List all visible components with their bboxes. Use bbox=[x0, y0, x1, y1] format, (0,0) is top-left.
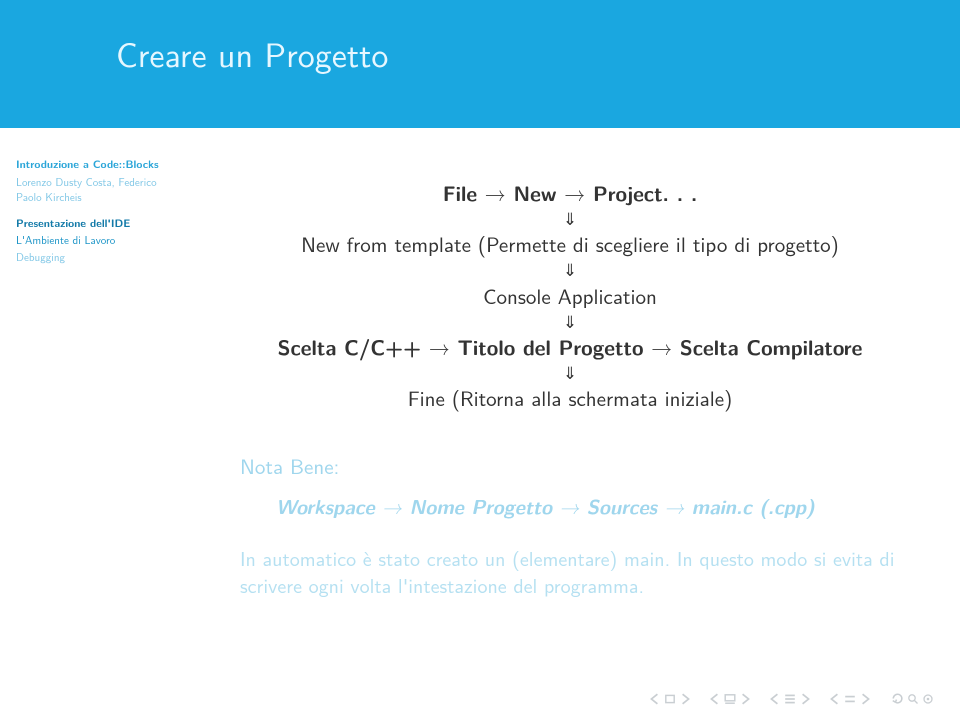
step4-titolo: Titolo del Progetto bbox=[450, 332, 651, 362]
arrow-right-icon: → bbox=[559, 492, 579, 521]
nota-bene-title: Nota Bene: bbox=[240, 451, 900, 481]
step1-new: New bbox=[506, 178, 564, 208]
nb-sources: Sources bbox=[579, 491, 664, 520]
nav-next-section-icon[interactable] bbox=[799, 693, 811, 705]
nav-slide-icon bbox=[664, 693, 676, 705]
sidebar-sub-debugging: Debugging bbox=[16, 250, 166, 265]
step4-scelta: Scelta C/C++ bbox=[278, 332, 429, 362]
nav-frame-group[interactable] bbox=[709, 693, 751, 705]
nota-bene-paragraph: In automatico è stato creato un (element… bbox=[240, 545, 900, 599]
nav-undo-icon[interactable] bbox=[889, 691, 904, 706]
step2-template: New from template (Permette di scegliere… bbox=[240, 229, 900, 259]
arrow-right-icon: → bbox=[382, 492, 402, 521]
nav-prev-subsection-icon[interactable] bbox=[829, 693, 841, 705]
nb-nomeprogetto: Nome Progetto bbox=[402, 491, 559, 520]
nav-section-group[interactable] bbox=[769, 693, 811, 705]
sidebar-sub-ambiente: L'Ambiente di Lavoro bbox=[16, 233, 166, 248]
double-down-arrow-icon: ⇓ bbox=[240, 365, 900, 380]
sidebar-authors: Lorenzo Dusty Costa, Federico Paolo Kirc… bbox=[16, 175, 166, 205]
step3-console: Console Application bbox=[240, 281, 900, 311]
nb-workspace: Workspace bbox=[276, 491, 382, 520]
double-down-arrow-icon: ⇓ bbox=[240, 314, 900, 329]
arrow-right-icon: → bbox=[651, 332, 672, 362]
nav-next-subsection-icon[interactable] bbox=[859, 693, 871, 705]
main-content: File → New → Project. . . ⇓ New from tem… bbox=[240, 175, 900, 599]
nav-section-icon bbox=[784, 693, 796, 705]
footer-nav bbox=[649, 691, 934, 706]
nb-mainc: main.c (.cpp) bbox=[684, 491, 814, 520]
step4-compilatore: Scelta Compilatore bbox=[672, 332, 862, 362]
nav-search-icon[interactable] bbox=[907, 693, 919, 705]
arrow-right-icon: → bbox=[564, 178, 585, 208]
arrow-right-icon: → bbox=[664, 492, 684, 521]
nav-frame-icon bbox=[724, 693, 736, 705]
nav-prev-section-icon[interactable] bbox=[769, 693, 781, 705]
arrow-right-icon: → bbox=[485, 178, 506, 208]
arrow-right-icon: → bbox=[429, 332, 450, 362]
nav-prev-slide-icon[interactable] bbox=[649, 693, 661, 705]
nav-subsection-group[interactable] bbox=[829, 693, 871, 705]
step5-fine: Fine (Ritorna alla schermata iniziale) bbox=[240, 383, 900, 413]
sidebar: Introduzione a Code::Blocks Lorenzo Dust… bbox=[16, 128, 166, 265]
double-down-arrow-icon: ⇓ bbox=[240, 262, 900, 277]
step1-project: Project. . . bbox=[585, 178, 697, 208]
slide-title: Creare un Progetto bbox=[116, 28, 388, 78]
steps-block: File → New → Project. . . ⇓ New from tem… bbox=[240, 178, 900, 413]
nav-subsection-icon bbox=[844, 693, 856, 705]
nav-slide-group[interactable] bbox=[649, 693, 691, 705]
nav-next-slide-icon[interactable] bbox=[679, 693, 691, 705]
sidebar-section-presentazione: Presentazione dell'IDE bbox=[16, 217, 166, 232]
sidebar-section-intro: Introduzione a Code::Blocks bbox=[16, 158, 166, 173]
step1-file: File bbox=[443, 178, 485, 208]
nav-target-icon[interactable] bbox=[922, 693, 934, 705]
nav-next-frame-icon[interactable] bbox=[739, 693, 751, 705]
nav-misc-group[interactable] bbox=[889, 691, 934, 706]
double-down-arrow-icon: ⇓ bbox=[240, 211, 900, 226]
nota-bene-block: Nota Bene: Workspace → Nome Progetto → S… bbox=[240, 451, 900, 521]
nav-prev-frame-icon[interactable] bbox=[709, 693, 721, 705]
